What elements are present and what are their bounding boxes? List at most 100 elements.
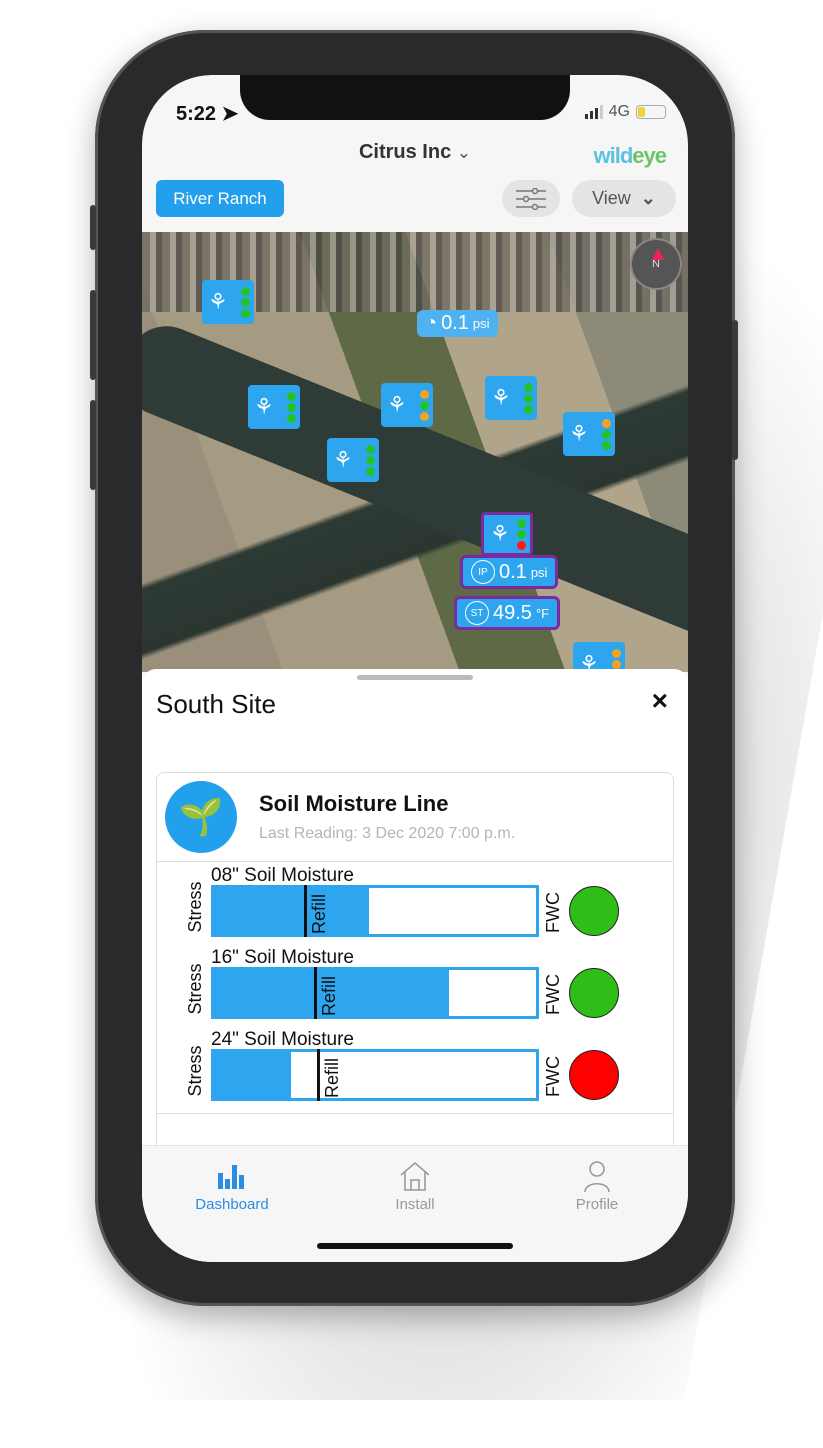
sheet-title: South Site: [156, 689, 276, 719]
status-dot: [366, 455, 375, 465]
sensor-row: 08" Soil Moisture Stress Refill FWC: [157, 865, 675, 947]
stress-label: Stress: [185, 881, 205, 933]
tab-profile[interactable]: Profile: [527, 1156, 667, 1213]
status-light: [569, 1050, 619, 1100]
view-dropdown[interactable]: View ⌄: [572, 180, 676, 217]
stress-label: Stress: [185, 963, 205, 1015]
status-light: [569, 886, 619, 936]
status-dot: [602, 440, 611, 450]
plant-icon: ⚘: [208, 289, 228, 314]
moisture-bar: Refill: [211, 967, 539, 1019]
plant-icon: ⚘: [254, 394, 274, 419]
sensor-marker[interactable]: ⚘: [381, 383, 433, 427]
refill-label: Refill: [309, 893, 330, 934]
refill-label: Refill: [322, 1057, 343, 1098]
readout-value: 49.5: [493, 601, 532, 624]
soil-moisture-card[interactable]: 🌱 Soil Moisture Line Last Reading: 3 Dec…: [156, 772, 674, 1152]
status-dot: [517, 518, 526, 528]
home-indicator[interactable]: [317, 1243, 513, 1249]
ip-readout[interactable]: IP 0.1 psi: [460, 555, 559, 589]
refill-line: [304, 885, 308, 937]
status-dots: [517, 518, 526, 550]
sensor-marker[interactable]: ⚘: [327, 438, 379, 482]
time-text: 5:22: [176, 103, 217, 125]
map-river: [142, 314, 688, 660]
volume-up-button: [90, 290, 96, 380]
sheet-drag-handle[interactable]: [357, 675, 473, 680]
readout-unit: psi: [530, 564, 548, 580]
status-dots: [524, 382, 533, 414]
mute-switch: [90, 205, 96, 250]
status-dot: [287, 402, 296, 412]
plant-icon: ⚘: [490, 521, 510, 546]
status-dot: [420, 400, 429, 410]
status-dot: [517, 540, 526, 550]
status-dots: [241, 286, 250, 318]
pressure-readout[interactable]: ◔ 0.1 psi: [417, 310, 498, 337]
card-title: Soil Moisture Line: [259, 791, 449, 816]
close-icon[interactable]: ×: [652, 685, 668, 717]
sensor-marker[interactable]: ⚘: [481, 512, 533, 556]
status-dot: [612, 648, 621, 658]
st-readout[interactable]: ST 49.5 °F: [454, 596, 561, 630]
volume-down-button: [90, 400, 96, 490]
gauge-icon: ◔: [425, 312, 438, 334]
bar-chart-icon: [162, 1156, 302, 1196]
view-label: View: [592, 188, 631, 208]
status-dots: [366, 444, 375, 476]
refill-label: Refill: [318, 975, 339, 1016]
moisture-bar: Refill: [211, 885, 539, 937]
chevron-circle-down-icon: ⌄: [456, 143, 472, 162]
status-dot: [420, 389, 429, 399]
status-dot: [602, 429, 611, 439]
ip-badge-icon: IP: [471, 560, 495, 584]
status-dot: [366, 444, 375, 454]
home-icon: [345, 1156, 485, 1196]
status-dot: [287, 391, 296, 401]
tab-label: Dashboard: [195, 1196, 269, 1213]
readout-unit: psi: [472, 316, 490, 331]
status-dots: [287, 391, 296, 423]
status-dot: [524, 404, 533, 414]
sensor-row: 16" Soil Moisture Stress Refill FWC: [157, 947, 675, 1029]
org-title: Citrus Inc: [358, 141, 452, 163]
status-dot: [602, 418, 611, 428]
sliders-icon: [516, 187, 546, 210]
refill-line: [317, 1049, 321, 1101]
plant-icon: ⚘: [491, 385, 511, 410]
status-dot: [517, 529, 526, 539]
sensor-marker[interactable]: ⚘: [202, 280, 254, 324]
refill-line: [313, 967, 317, 1019]
compass-label: N: [652, 258, 660, 270]
status-dots: [602, 418, 611, 450]
satellite-map[interactable]: N ⚘ ⚘ ⚘ ⚘ ⚘ ⚘ ⚘ ⚘ ◔ 0.1 psi IP 0.1 psi ST 49.5 °F: [142, 232, 688, 672]
fwc-label: FWC: [543, 974, 563, 1015]
tab-dashboard[interactable]: Dashboard: [162, 1156, 302, 1213]
filter-button[interactable]: [502, 180, 560, 217]
chevron-down-icon: ⌄: [640, 188, 656, 208]
plant-icon: ⚘: [333, 447, 353, 472]
sensor-marker[interactable]: ⚘: [485, 376, 537, 420]
sensor-label: 16" Soil Moisture: [211, 947, 354, 968]
status-dots: [420, 389, 429, 421]
status-light: [569, 968, 619, 1018]
readout-value: 0.1: [441, 312, 469, 334]
status-dot: [241, 297, 250, 307]
status-dot: [524, 382, 533, 392]
status-dot: [366, 466, 375, 476]
compass-icon[interactable]: N: [630, 238, 682, 290]
status-dot: [241, 308, 250, 318]
status-dot: [524, 393, 533, 403]
tab-label: Profile: [575, 1196, 619, 1213]
fwc-label: FWC: [543, 1056, 563, 1097]
status-dot: [420, 411, 429, 421]
ranch-button[interactable]: River Ranch: [156, 180, 284, 217]
sensor-marker[interactable]: ⚘: [573, 642, 625, 672]
divider: [157, 1113, 673, 1114]
last-reading: Last Reading: 3 Dec 2020 7:00 p.m.: [259, 825, 516, 842]
battery-icon: [636, 105, 666, 119]
sensor-marker[interactable]: ⚘: [248, 385, 300, 429]
status-indicators: 4G: [584, 103, 666, 121]
tab-install[interactable]: Install: [345, 1156, 485, 1213]
sensor-marker[interactable]: ⚘: [563, 412, 615, 456]
